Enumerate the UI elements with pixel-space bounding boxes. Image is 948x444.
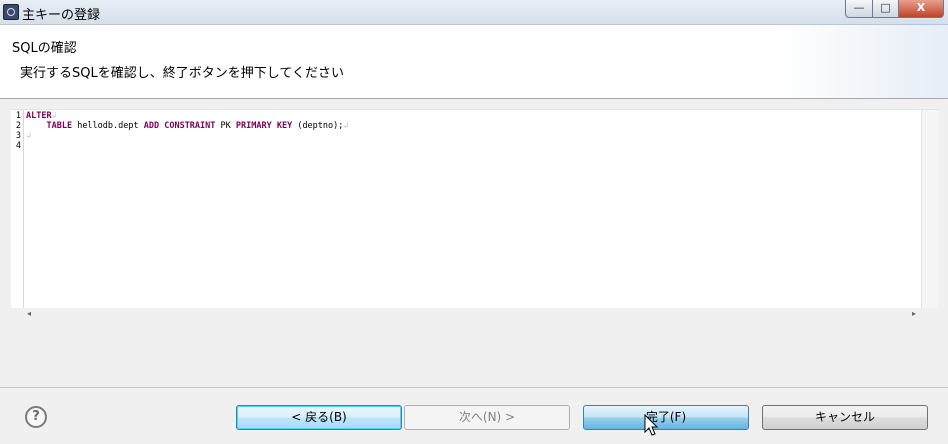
back-button[interactable]: < 戻る(B): [236, 405, 402, 430]
scroll-right-icon[interactable]: ▸: [907, 307, 921, 321]
wizard-header: SQLの確認 実行するSQLを確認し、終了ボタンを押下してください: [0, 25, 948, 99]
sql-keyword: ALTER: [26, 111, 52, 121]
button-bar-divider: [0, 387, 948, 388]
content-area: 1 2 3 4 ALTER↲ TABLE hellodb.dept ADD CO…: [0, 99, 948, 387]
line-number: 2: [15, 121, 21, 131]
sql-keyword: ADD: [143, 121, 160, 131]
finish-button[interactable]: 完了(F): [583, 405, 749, 430]
code-line[interactable]: TABLE hellodb.dept ADD CONSTRAINT PK PRI…: [26, 121, 349, 131]
title-bar[interactable]: 主キーの登録 — □ X: [0, 0, 948, 25]
header-banner: [778, 25, 948, 98]
code-line[interactable]: ALTER↲: [26, 111, 57, 121]
sql-keyword: KEY: [276, 121, 293, 131]
mouse-cursor-icon: [644, 414, 659, 436]
maximize-button[interactable]: □: [872, 0, 899, 18]
line-number: 4: [15, 141, 21, 151]
line-end-marker: ↲: [51, 111, 57, 121]
help-icon[interactable]: ?: [25, 406, 47, 428]
sql-keyword: PRIMARY: [235, 121, 272, 131]
next-button[interactable]: 次へ(N) >: [404, 405, 570, 430]
sql-text: (deptno);: [292, 121, 344, 131]
close-button[interactable]: X: [898, 0, 944, 18]
line-number: 3: [15, 131, 21, 141]
line-number: 1: [15, 111, 21, 121]
sql-keyword: CONSTRAINT: [164, 121, 216, 131]
page-message: 実行するSQLを確認し、終了ボタンを押下してください: [20, 66, 344, 81]
sql-editor[interactable]: 1 2 3 4 ALTER↲ TABLE hellodb.dept ADD CO…: [11, 109, 939, 308]
vertical-scrollbar[interactable]: [921, 110, 939, 308]
cancel-button[interactable]: キャンセル: [762, 405, 928, 430]
scroll-left-icon[interactable]: ◂: [22, 307, 36, 321]
window-title: 主キーの登録: [22, 8, 101, 23]
line-end-marker: ↲: [26, 131, 32, 141]
line-number-gutter: 1 2 3 4: [11, 110, 24, 308]
code-line[interactable]: ↲: [26, 131, 31, 141]
sql-text: PK: [215, 121, 236, 131]
sql-text: hellodb.dept: [72, 121, 144, 131]
line-end-marker: ↲: [343, 121, 349, 131]
sql-keyword: TABLE: [46, 121, 73, 131]
page-title: SQLの確認: [12, 41, 77, 56]
minimize-button[interactable]: —: [845, 0, 873, 18]
horizontal-scrollbar[interactable]: ◂ ▸: [22, 307, 921, 321]
eclipse-icon: [3, 4, 19, 20]
